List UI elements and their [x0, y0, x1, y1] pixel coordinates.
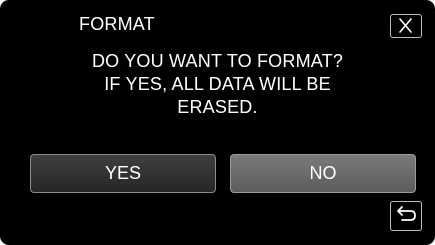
- dialog-title: FORMAT: [79, 14, 155, 34]
- format-dialog: FORMAT DO YOU WANT TO FORMAT? IF YES, AL…: [0, 0, 435, 245]
- back-button[interactable]: [390, 201, 422, 231]
- message-line: DO YOU WANT TO FORMAT?: [91, 51, 344, 71]
- close-button[interactable]: [390, 14, 422, 38]
- close-icon: [399, 18, 412, 33]
- yes-button[interactable]: YES: [30, 154, 216, 193]
- return-arrow-icon: [397, 206, 416, 221]
- no-button[interactable]: NO: [230, 154, 416, 193]
- message-line: IF YES, ALL DATA WILL BE: [104, 74, 331, 94]
- message-line: ERASED.: [177, 97, 258, 117]
- dialog-message: DO YOU WANT TO FORMAT? IF YES, ALL DATA …: [0, 50, 435, 119]
